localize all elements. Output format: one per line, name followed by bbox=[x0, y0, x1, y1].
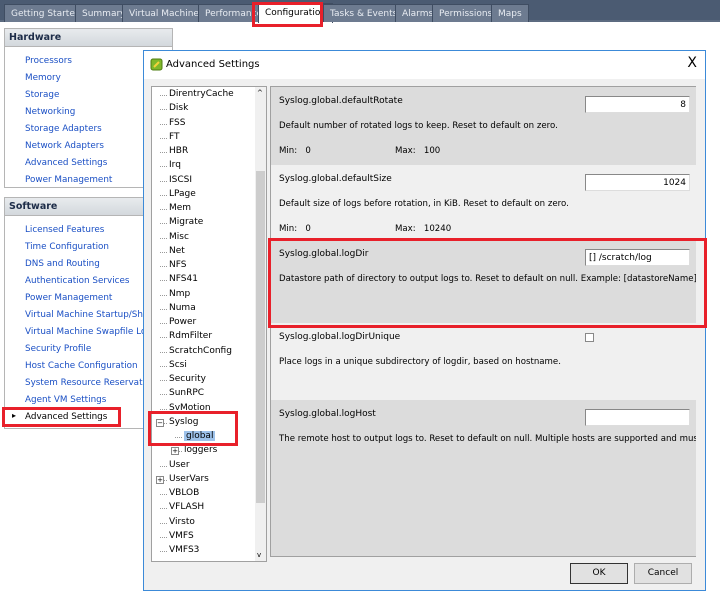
tree-item[interactable]: Scsi bbox=[160, 360, 187, 370]
tree-item[interactable]: Migrate bbox=[159, 217, 203, 227]
tree-item[interactable]: Misc bbox=[160, 232, 189, 242]
setting-name: Syslog.global.logDir bbox=[279, 249, 369, 259]
tree-item[interactable]: Virsto bbox=[160, 517, 195, 527]
tree-item[interactable]: VMFS3 bbox=[159, 545, 199, 555]
tree-item[interactable]: HBR bbox=[159, 146, 188, 156]
setting-name: Syslog.global.defaultSize bbox=[279, 174, 392, 184]
setting-max: Max: 10240 bbox=[395, 224, 452, 234]
setting-row: Syslog.global.defaultSize Default size of… bbox=[271, 165, 696, 240]
tab-configuration[interactable]: Configuration bbox=[258, 3, 334, 23]
tree-item[interactable]: Syslog bbox=[159, 417, 198, 427]
tree-item[interactable]: DirentryCache bbox=[160, 89, 234, 99]
tree-item[interactable]: SvMotion bbox=[160, 403, 211, 413]
expand-icon[interactable]: + bbox=[171, 447, 179, 456]
vsphere-icon bbox=[150, 58, 163, 71]
close-icon[interactable]: X bbox=[687, 55, 697, 71]
tree-item[interactable]: VMFS bbox=[160, 531, 194, 541]
setting-value-input[interactable] bbox=[585, 96, 690, 113]
tree-item[interactable]: ScratchConfig bbox=[160, 346, 232, 356]
tree-item[interactable]: LPage bbox=[160, 189, 196, 199]
settings-tree: ^ v DirentryCache Disk FSS FT HBR Irq ISCSI LPa… bbox=[151, 86, 267, 562]
expand-icon[interactable]: + bbox=[156, 475, 164, 484]
hardware-link[interactable]: Network Adapters bbox=[25, 141, 104, 151]
tree-item[interactable]: UserVars bbox=[160, 474, 209, 484]
hardware-link[interactable]: Advanced Settings bbox=[25, 158, 107, 168]
tree-item[interactable]: Numa bbox=[160, 303, 196, 313]
tree-item[interactable]: Power bbox=[159, 317, 196, 327]
scroll-thumb[interactable] bbox=[256, 171, 265, 503]
hardware-header: Hardware bbox=[5, 29, 172, 47]
software-link[interactable]: Power Management bbox=[25, 293, 112, 303]
tree-item[interactable]: loggers bbox=[174, 445, 217, 455]
dialog-title: Advanced Settings bbox=[166, 59, 260, 70]
setting-value-input[interactable] bbox=[585, 409, 690, 426]
setting-description: Datastore path of directory to output lo… bbox=[279, 274, 696, 284]
tree-item[interactable]: global bbox=[174, 431, 216, 441]
tree-item[interactable]: RdmFilter bbox=[159, 331, 212, 341]
software-link[interactable]: Advanced Settings bbox=[25, 412, 107, 422]
tree-item[interactable]: NFS41 bbox=[160, 274, 198, 284]
setting-row: Syslog.global.logDirUnique Place logs in … bbox=[271, 323, 696, 400]
tree-item[interactable]: SunRPC bbox=[159, 388, 204, 398]
tree-item[interactable]: VFLASH bbox=[159, 502, 204, 512]
hardware-link[interactable]: Memory bbox=[25, 73, 61, 83]
tree-item[interactable]: NFS bbox=[159, 260, 186, 270]
software-link[interactable]: Agent VM Settings bbox=[25, 395, 106, 405]
tree-scrollbar[interactable]: ^ v bbox=[255, 87, 266, 561]
settings-list: Syslog.global.defaultRotate Default numbe… bbox=[270, 86, 696, 557]
tree-item[interactable]: User bbox=[160, 460, 190, 470]
tree-item[interactable]: Irq bbox=[160, 160, 181, 170]
software-link[interactable]: Licensed Features bbox=[25, 225, 104, 235]
software-link[interactable]: Time Configuration bbox=[25, 242, 109, 252]
setting-row: Syslog.global.defaultRotate Default numbe… bbox=[271, 87, 696, 165]
setting-name: Syslog.global.defaultRotate bbox=[279, 96, 403, 106]
setting-value-input[interactable] bbox=[585, 249, 690, 266]
software-link[interactable]: System Resource Reservation bbox=[25, 378, 156, 388]
tab-permissions[interactable]: Permissions bbox=[432, 4, 500, 22]
hardware-link[interactable]: Networking bbox=[25, 107, 75, 117]
tab-maps[interactable]: Maps bbox=[491, 4, 529, 22]
advanced-settings-dialog: Advanced Settings X ^ v DirentryCache Dis… bbox=[143, 50, 706, 591]
tree-item[interactable]: Nmp bbox=[159, 289, 190, 299]
ok-button[interactable]: OK bbox=[570, 563, 628, 584]
setting-description: Default size of logs before rotation, in… bbox=[279, 199, 569, 209]
setting-description: Place logs in a unique subdirectory of l… bbox=[279, 357, 561, 367]
setting-name: Syslog.global.logHost bbox=[279, 409, 376, 419]
tree-item[interactable]: Security bbox=[160, 374, 206, 384]
dialog-titlebar: Advanced Settings X bbox=[144, 51, 705, 79]
setting-checkbox[interactable] bbox=[585, 333, 594, 342]
software-link[interactable]: Security Profile bbox=[25, 344, 91, 354]
hardware-link[interactable]: Storage bbox=[25, 90, 59, 100]
hardware-link[interactable]: Storage Adapters bbox=[25, 124, 102, 134]
tree-item[interactable]: Net bbox=[160, 246, 185, 256]
setting-description: The remote host to output logs to. Reset… bbox=[279, 434, 696, 444]
tree-item[interactable]: Mem bbox=[159, 203, 191, 213]
setting-name: Syslog.global.logDirUnique bbox=[279, 332, 401, 342]
setting-description: Default number of rotated logs to keep. … bbox=[279, 121, 558, 131]
cancel-button[interactable]: Cancel bbox=[634, 563, 692, 584]
tree-item[interactable]: FT bbox=[160, 132, 180, 142]
setting-value-input[interactable] bbox=[585, 174, 690, 191]
setting-row: Syslog.global.logDir Datastore path of di… bbox=[271, 240, 696, 323]
software-link[interactable]: DNS and Routing bbox=[25, 259, 100, 269]
collapse-icon[interactable]: − bbox=[156, 418, 164, 427]
expand-arrow-icon: ▸ bbox=[12, 411, 17, 420]
setting-max: Max: 100 bbox=[395, 146, 441, 156]
scroll-down-icon[interactable]: v bbox=[257, 551, 261, 559]
hardware-link[interactable]: Power Management bbox=[25, 175, 112, 185]
tree-item[interactable]: FSS bbox=[159, 118, 185, 128]
setting-min: Min: 0 bbox=[279, 146, 311, 156]
tree-item[interactable]: Disk bbox=[159, 103, 188, 113]
tab-tasks-events[interactable]: Tasks & Events bbox=[323, 4, 405, 22]
tree-item[interactable]: VBLOB bbox=[159, 488, 199, 498]
setting-row: Syslog.global.logHost The remote host to … bbox=[271, 400, 696, 556]
tab-bar: Getting Started Summary Virtual Machines Pe… bbox=[0, 0, 720, 23]
software-link[interactable]: Host Cache Configuration bbox=[25, 361, 138, 371]
software-link[interactable]: Authentication Services bbox=[25, 276, 129, 286]
setting-min: Min: 0 bbox=[279, 224, 311, 234]
scroll-up-icon[interactable]: ^ bbox=[257, 89, 263, 97]
hardware-link[interactable]: Processors bbox=[25, 56, 72, 66]
tree-item[interactable]: ISCSI bbox=[159, 175, 192, 185]
